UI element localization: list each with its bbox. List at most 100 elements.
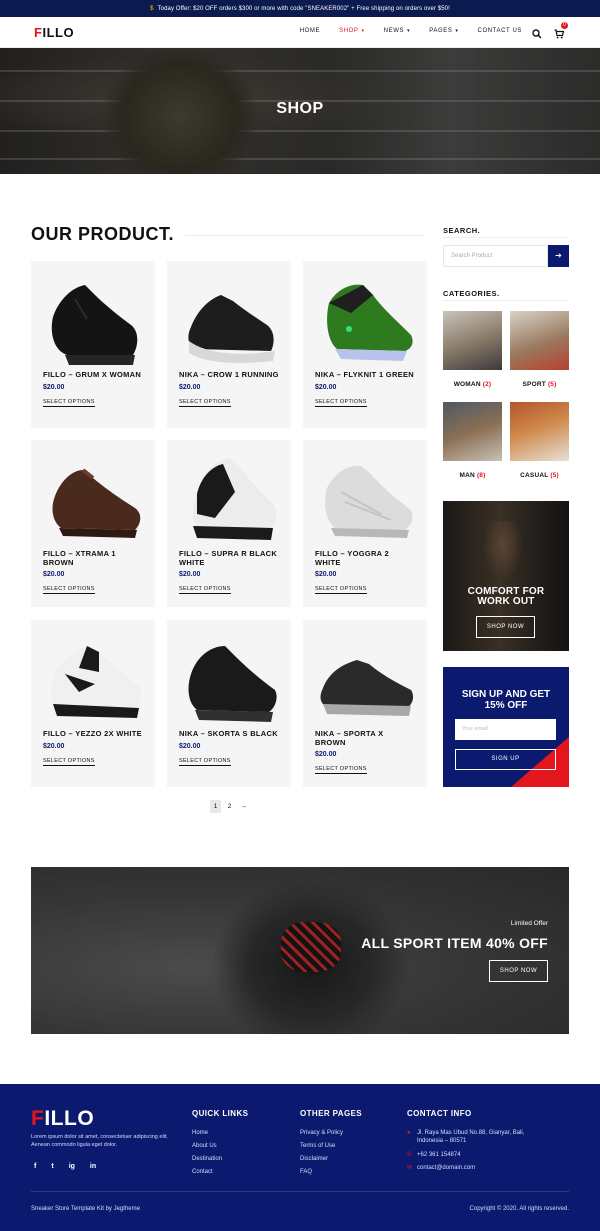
- footer-link-home[interactable]: Home: [192, 1130, 208, 1136]
- select-options-link[interactable]: SELECT OPTIONS: [179, 586, 231, 594]
- product-card[interactable]: NIKA – CROW 1 RUNNING $20.00 SELECT OPTI…: [167, 261, 291, 428]
- select-options-link[interactable]: SELECT OPTIONS: [315, 399, 367, 407]
- arrow-right-icon: ➔: [555, 251, 562, 260]
- signup-box: SIGN UP AND GET 15% OFF Your email SIGN U…: [443, 667, 569, 787]
- footer-link-privacy[interactable]: Privacy & Policy: [300, 1130, 343, 1136]
- nav-shop[interactable]: SHOP ▾: [339, 28, 365, 34]
- social-links: f t ig in: [34, 1163, 96, 1170]
- facebook-icon[interactable]: f: [34, 1163, 36, 1170]
- product-card[interactable]: NIKA – FLYKNIT 1 GREEN $20.00 SELECT OPT…: [303, 261, 427, 428]
- category-man-photo: [443, 402, 502, 461]
- shoe-image: [325, 465, 413, 538]
- page-2-button[interactable]: 2: [224, 800, 235, 813]
- twitter-icon[interactable]: t: [51, 1163, 53, 1170]
- heading-divider: [185, 235, 425, 236]
- product-card[interactable]: FILLO – GRUM X WOMAN $20.00 SELECT OPTIO…: [31, 261, 155, 428]
- sidebar-divider: [443, 300, 569, 301]
- product-price: $20.00: [179, 384, 201, 391]
- offer-icon: $: [150, 5, 154, 12]
- footer-logo[interactable]: FILLO: [31, 1107, 94, 1131]
- footer-description: Lorem ipsum dolor sit amet, consectetuer…: [31, 1134, 168, 1148]
- product-name[interactable]: FILLO – YOGGRA 2 WHITE: [315, 549, 415, 567]
- select-options-link[interactable]: SELECT OPTIONS: [43, 399, 95, 407]
- shoe-image: [51, 285, 138, 365]
- shoe-image: [52, 468, 141, 538]
- search-icon[interactable]: [532, 26, 542, 39]
- site-logo[interactable]: FILLO: [34, 25, 74, 40]
- product-card[interactable]: FILLO – YEZZO 2X WHITE $20.00 SELECT OPT…: [31, 620, 155, 787]
- product-name[interactable]: NIKA – SPORTA X BROWN: [315, 729, 415, 747]
- category-sport[interactable]: SPORT (5): [510, 311, 569, 388]
- category-woman[interactable]: WOMAN (2): [443, 311, 502, 388]
- footer-link-terms[interactable]: Terms of Use: [300, 1143, 335, 1149]
- footer-link-faq[interactable]: FAQ: [300, 1169, 312, 1175]
- instagram-icon[interactable]: ig: [69, 1163, 75, 1170]
- sale-banner: Limited Offer ALL SPORT ITEM 40% OFF SHO…: [31, 867, 569, 1034]
- category-casual[interactable]: CASUAL (5): [510, 402, 569, 479]
- promo-shop-now-button[interactable]: SHOP NOW: [476, 616, 535, 638]
- footer-link-destination[interactable]: Destination: [192, 1156, 222, 1162]
- product-price: $20.00: [315, 384, 337, 391]
- select-options-link[interactable]: SELECT OPTIONS: [43, 586, 95, 594]
- quick-links-heading: QUICK LINKS: [192, 1109, 249, 1118]
- product-price: $20.00: [43, 743, 65, 750]
- category-woman-photo: [443, 311, 502, 370]
- product-name[interactable]: NIKA – SKORTA S BLACK: [179, 729, 279, 739]
- workout-promo[interactable]: COMFORT FOR WORK OUT SHOP NOW: [443, 501, 569, 651]
- page-title: SHOP: [276, 100, 324, 117]
- category-sport-photo: [510, 311, 569, 370]
- chevron-down-icon: ▾: [407, 28, 411, 34]
- search-submit-button[interactable]: ➔: [548, 245, 569, 267]
- product-name[interactable]: NIKA – CROW 1 RUNNING: [179, 370, 279, 380]
- map-pin-icon: ●: [407, 1130, 411, 1136]
- footer-link-disclaimer[interactable]: Disclaimer: [300, 1156, 328, 1162]
- shoe-image: [50, 646, 142, 718]
- nav-icons: 0: [532, 22, 568, 39]
- search-input[interactable]: Search Product: [443, 245, 548, 267]
- cart-icon[interactable]: 0: [554, 22, 568, 39]
- select-options-link[interactable]: SELECT OPTIONS: [179, 399, 231, 407]
- other-pages-heading: OTHER PAGES: [300, 1109, 363, 1118]
- product-card[interactable]: NIKA – SKORTA S BLACK $20.00 SELECT OPTI…: [167, 620, 291, 787]
- select-options-link[interactable]: SELECT OPTIONS: [43, 758, 95, 766]
- shoe-image: [192, 458, 277, 540]
- nav-news[interactable]: NEWS ▾: [384, 28, 411, 34]
- select-options-link[interactable]: SELECT OPTIONS: [315, 766, 367, 774]
- product-price: $20.00: [315, 751, 337, 758]
- product-name[interactable]: FILLO – XTRAMA 1 BROWN: [43, 549, 143, 567]
- shoe-image: [188, 646, 277, 722]
- product-card[interactable]: FILLO – SUPRA R BLACK WHITE $20.00 SELEC…: [167, 440, 291, 607]
- contact-address: ● Jl. Raya Mas Ubud No.88, Gianyar, Bali,…: [407, 1130, 525, 1144]
- product-name[interactable]: NIKA – FLYKNIT 1 GREEN: [315, 370, 415, 380]
- announcement-text: Today Offer: $20 OFF orders $300 or more…: [157, 5, 450, 12]
- signup-title: SIGN UP AND GET 15% OFF: [461, 689, 551, 711]
- product-card[interactable]: FILLO – YOGGRA 2 WHITE $20.00 SELECT OPT…: [303, 440, 427, 607]
- contact-phone[interactable]: ✆ +62 361 154874: [407, 1151, 537, 1159]
- page-1-button[interactable]: 1: [210, 800, 221, 813]
- product-price: $20.00: [315, 571, 337, 578]
- sign-up-button[interactable]: SIGN UP: [455, 749, 556, 770]
- main-navbar: FILLO HOME SHOP ▾ NEWS ▾ PAGES ▾ CONTACT US…: [0, 17, 600, 48]
- product-name[interactable]: FILLO – YEZZO 2X WHITE: [43, 729, 143, 739]
- select-options-link[interactable]: SELECT OPTIONS: [315, 586, 367, 594]
- product-name[interactable]: FILLO – SUPRA R BLACK WHITE: [179, 549, 279, 567]
- category-man[interactable]: MAN (8): [443, 402, 502, 479]
- footer-link-about[interactable]: About Us: [192, 1143, 217, 1149]
- shop-hero: SHOP: [0, 48, 600, 174]
- product-price: $20.00: [179, 571, 201, 578]
- product-card[interactable]: FILLO – XTRAMA 1 BROWN $20.00 SELECT OPT…: [31, 440, 155, 607]
- email-field[interactable]: Your email: [455, 719, 556, 740]
- nav-home[interactable]: HOME: [300, 28, 320, 34]
- nav-contact[interactable]: CONTACT US: [478, 28, 522, 34]
- product-name[interactable]: FILLO – GRUM X WOMAN: [43, 370, 143, 380]
- banner-shop-now-button[interactable]: SHOP NOW: [489, 960, 548, 982]
- next-page-icon[interactable]: →: [238, 800, 249, 813]
- linkedin-icon[interactable]: in: [90, 1163, 96, 1170]
- contact-email[interactable]: ✉ contact@domain.com: [407, 1164, 537, 1172]
- products-heading: OUR PRODUCT.: [31, 224, 175, 244]
- announcement-bar: $ Today Offer: $20 OFF orders $300 or mo…: [0, 0, 600, 17]
- nav-pages[interactable]: PAGES ▾: [429, 28, 458, 34]
- product-card[interactable]: NIKA – SPORTA X BROWN $20.00 SELECT OPTI…: [303, 620, 427, 787]
- select-options-link[interactable]: SELECT OPTIONS: [179, 758, 231, 766]
- footer-link-contact[interactable]: Contact: [192, 1169, 213, 1175]
